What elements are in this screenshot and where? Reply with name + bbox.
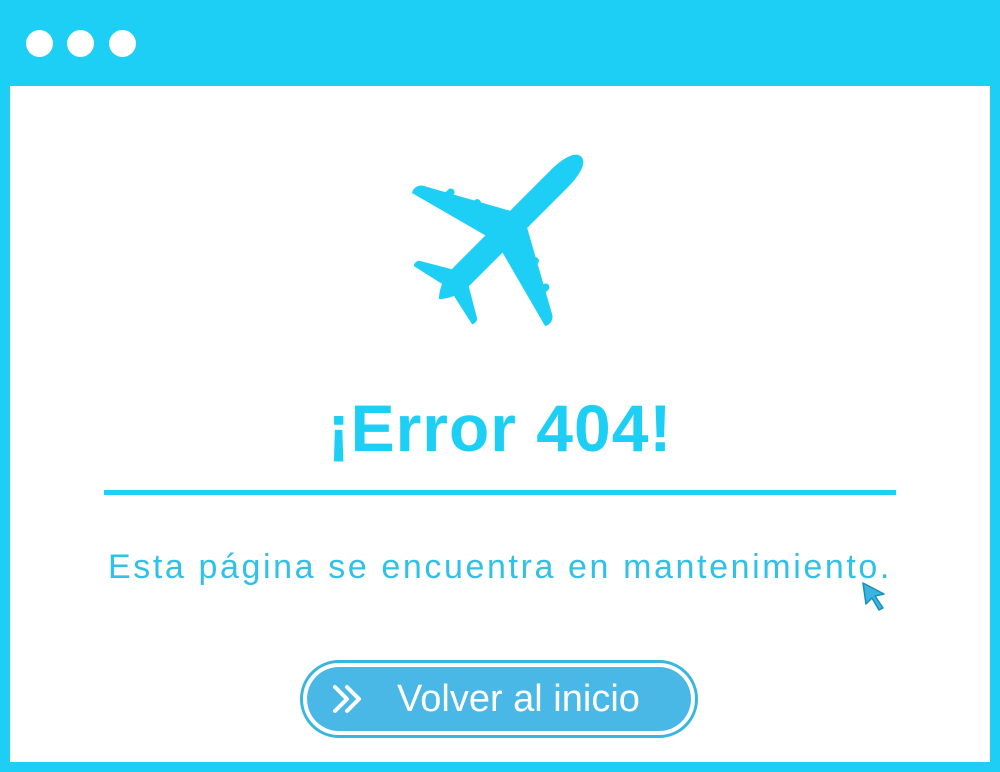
home-button[interactable]: Volver al inicio bbox=[300, 660, 698, 738]
home-button-body[interactable]: Volver al inicio bbox=[307, 667, 691, 731]
divider bbox=[104, 490, 896, 495]
window-control-dot-2[interactable] bbox=[67, 30, 94, 57]
error-message: Esta página se encuentra en mantenimient… bbox=[108, 548, 892, 586]
browser-window: ¡Error 404! Esta página se encuentra en … bbox=[0, 0, 1000, 772]
airplane-icon bbox=[411, 154, 584, 327]
pointer-cursor-icon bbox=[862, 582, 885, 611]
double-chevron-right-icon bbox=[333, 685, 361, 713]
window-titlebar bbox=[10, 10, 990, 86]
window-control-dot-3[interactable] bbox=[109, 30, 136, 57]
error-title: ¡Error 404! bbox=[327, 391, 673, 465]
home-button-label: Volver al inicio bbox=[397, 678, 640, 720]
window-control-dot-1[interactable] bbox=[26, 30, 53, 57]
